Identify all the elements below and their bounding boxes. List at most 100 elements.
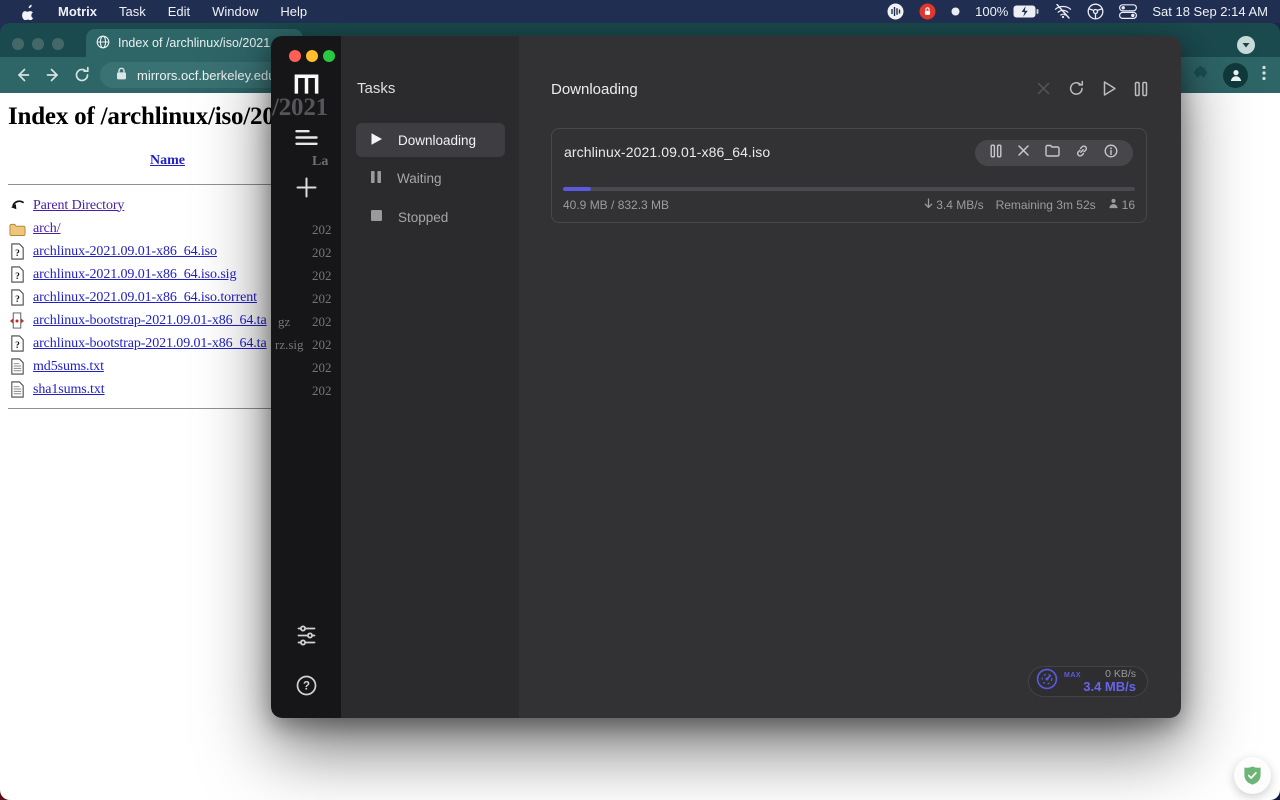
file-link[interactable]: archlinux-bootstrap-2021.09.01-x86_64.ta <box>33 336 267 352</box>
delete-selected-icon[interactable] <box>1036 81 1051 96</box>
peek-text: 202 <box>312 314 332 330</box>
menu-window[interactable]: Window <box>212 4 258 19</box>
red-lock-status-icon[interactable] <box>919 3 936 20</box>
help-icon[interactable]: ? <box>296 675 317 696</box>
list-item: archlinux-bootstrap-2021.09.01-x86_64.ta <box>8 309 267 332</box>
download-arrow-icon <box>924 198 933 212</box>
peek-text: 202 <box>312 222 332 238</box>
peek-text: 202 <box>312 360 332 376</box>
progress-fill <box>563 187 591 191</box>
compressed-file-icon <box>8 312 26 330</box>
stop-icon <box>370 209 383 225</box>
sidebar-item-waiting[interactable]: Waiting <box>356 161 505 195</box>
list-item: ? archlinux-2021.09.01-x86_64.iso <box>8 240 267 263</box>
minimize-window-button[interactable] <box>306 50 318 62</box>
zoom-window-button[interactable] <box>323 50 335 62</box>
menu-task[interactable]: Task <box>119 4 146 19</box>
activity-bar: ? /2021 La 202 202 202 202 202 202 202 2… <box>271 36 341 718</box>
list-item: ? archlinux-bootstrap-2021.09.01-x86_64.… <box>8 332 267 355</box>
preferences-sliders-icon[interactable] <box>296 625 317 646</box>
back-arrow-icon <box>8 197 26 215</box>
peers-count-label: 16 <box>1122 198 1135 212</box>
svg-text:?: ? <box>15 295 20 305</box>
resume-all-icon[interactable] <box>1102 80 1117 97</box>
menu-help[interactable]: Help <box>280 4 307 19</box>
svg-text:?: ? <box>303 681 310 693</box>
add-task-button[interactable] <box>296 177 317 198</box>
remaining-time-label: Remaining 3m 52s <box>996 198 1096 212</box>
battery-percent-label: 100% <box>975 4 1008 19</box>
tab-search-button[interactable] <box>1237 36 1255 54</box>
reload-button[interactable] <box>73 66 91 89</box>
battery-charging-icon <box>1013 5 1039 18</box>
downloaded-size-label: 40.9 MB / 832.3 MB <box>563 198 669 212</box>
sidebar-item-downloading[interactable]: Downloading <box>356 123 505 157</box>
sidebar-item-label: Waiting <box>397 171 442 186</box>
download-task-card[interactable]: archlinux-2021.09.01-x86_64.iso <box>551 128 1147 223</box>
task-list-menu-icon[interactable] <box>295 129 318 146</box>
svg-text:?: ? <box>15 341 20 351</box>
extensions-puzzle-icon[interactable] <box>1192 64 1209 86</box>
task-filename: archlinux-2021.09.01-x86_64.iso <box>564 144 770 160</box>
unknown-file-icon: ? <box>8 266 26 284</box>
file-link[interactable]: archlinux-2021.09.01-x86_64.iso.torrent <box>33 290 257 306</box>
browser-close-button[interactable] <box>12 38 24 50</box>
menu-bar: Motrix Task Edit Window Help 100% <box>0 0 1280 23</box>
column-header-name[interactable]: Name <box>150 153 185 169</box>
browser-zoom-button[interactable] <box>52 38 64 50</box>
equalizer-status-icon[interactable] <box>887 3 904 20</box>
browser-profile-avatar[interactable] <box>1223 63 1248 88</box>
peek-text: 202 <box>312 291 332 307</box>
menu-edit[interactable]: Edit <box>168 4 190 19</box>
peek-text: La <box>312 154 328 170</box>
file-link[interactable]: archlinux-2021.09.01-x86_64.iso.sig <box>33 267 236 283</box>
list-item: Parent Directory <box>8 194 267 217</box>
peek-text: 202 <box>312 268 332 284</box>
pause-task-icon[interactable] <box>990 144 1002 163</box>
file-link[interactable]: md5sums.txt <box>33 359 104 375</box>
unknown-file-icon: ? <box>8 335 26 353</box>
globe-favicon <box>96 35 110 52</box>
browser-menu-kebab-icon[interactable] <box>1262 65 1266 86</box>
control-center-icon[interactable] <box>1119 4 1137 19</box>
copy-link-icon[interactable] <box>1075 144 1089 163</box>
motrix-window: ? /2021 La 202 202 202 202 202 202 202 2… <box>271 36 1181 718</box>
forward-button[interactable] <box>44 66 62 89</box>
steering-wheel-status-icon[interactable] <box>1087 3 1104 20</box>
task-actions-toolbar <box>975 140 1133 166</box>
play-icon <box>370 132 383 149</box>
close-window-button[interactable] <box>289 50 301 62</box>
adguard-badge[interactable] <box>1234 757 1271 794</box>
motrix-logo <box>293 72 320 96</box>
delete-task-icon[interactable] <box>1017 144 1030 162</box>
file-link[interactable]: arch/ <box>33 221 60 237</box>
list-item: sha1sums.txt <box>8 378 267 401</box>
parent-directory-link[interactable]: Parent Directory <box>33 198 124 214</box>
browser-minimize-button[interactable] <box>32 38 44 50</box>
file-link[interactable]: archlinux-bootstrap-2021.09.01-x86_64.ta <box>33 313 267 329</box>
url-text: mirrors.ocf.berkeley.edu/a <box>137 68 286 83</box>
task-info-icon[interactable] <box>1104 144 1118 163</box>
recording-dot-indicator <box>951 7 960 16</box>
file-link[interactable]: sha1sums.txt <box>33 382 105 398</box>
file-link[interactable]: archlinux-2021.09.01-x86_64.iso <box>33 244 217 260</box>
downloading-panel: Downloading archlinux-2021.09.01-x86_64.… <box>519 36 1181 718</box>
global-speed-widget[interactable]: MAX 0 KB/s 3.4 MB/s <box>1028 666 1148 697</box>
file-list: Parent Directory arch/ ? archlinux-2021.… <box>8 194 267 401</box>
download-speed-label: 3.4 MB/s <box>1083 680 1136 695</box>
back-button[interactable] <box>14 66 32 89</box>
apple-menu-icon[interactable] <box>22 4 36 20</box>
unknown-file-icon: ? <box>8 289 26 307</box>
refresh-list-icon[interactable] <box>1068 80 1085 97</box>
progress-bar <box>563 187 1135 191</box>
peek-text: rz.sig <box>275 337 304 353</box>
menubar-app-name[interactable]: Motrix <box>58 4 97 19</box>
menubar-clock[interactable]: Sat 18 Sep 2:14 AM <box>1152 4 1268 19</box>
open-folder-icon[interactable] <box>1045 144 1060 162</box>
sidebar-title: Tasks <box>357 80 395 97</box>
sidebar-item-stopped[interactable]: Stopped <box>356 200 505 234</box>
pause-all-icon[interactable] <box>1134 81 1148 97</box>
wifi-off-icon[interactable] <box>1054 4 1072 19</box>
desktop: Motrix Task Edit Window Help 100% <box>0 0 1280 800</box>
sidebar-item-label: Stopped <box>398 210 448 225</box>
